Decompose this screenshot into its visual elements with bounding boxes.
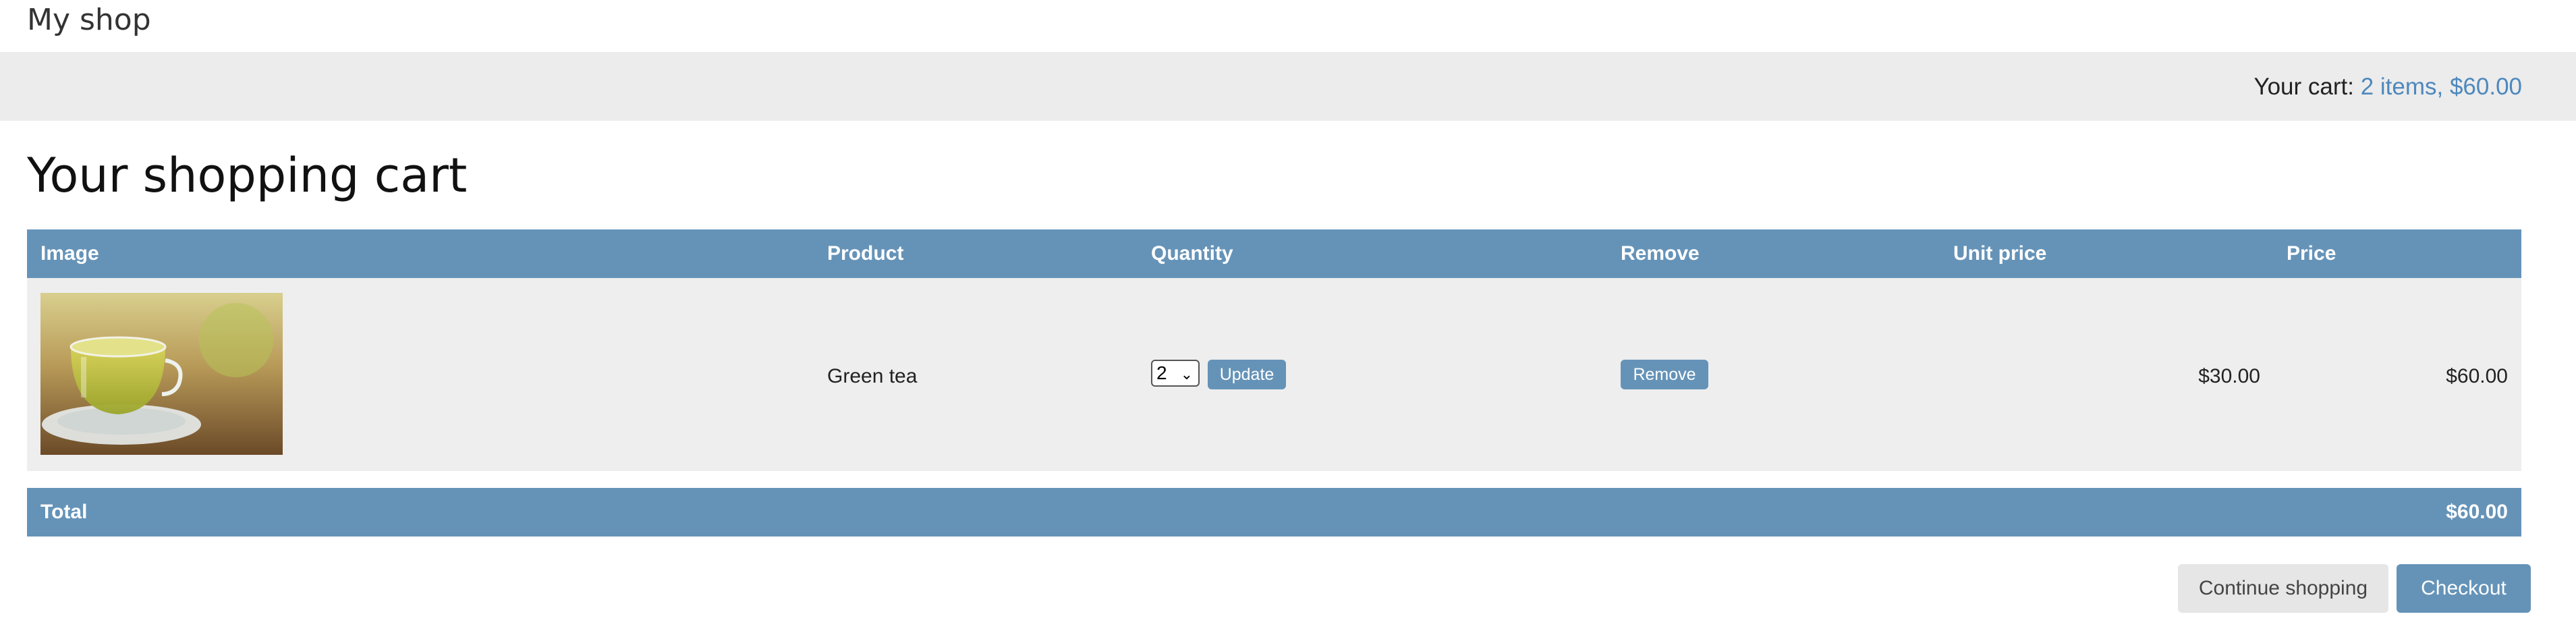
- update-button[interactable]: Update: [1208, 360, 1286, 389]
- cart-label: Your cart:: [2253, 74, 2354, 100]
- table-total-row: Total $60.00: [27, 488, 2521, 536]
- remove-button[interactable]: Remove: [1621, 360, 1708, 389]
- page-title: Your shopping cart: [27, 148, 468, 203]
- green-tea-image: [40, 293, 283, 455]
- column-header-unit-price: Unit price: [1953, 242, 2047, 265]
- price-value: $60.00: [2446, 365, 2508, 387]
- checkout-button[interactable]: Checkout: [2397, 564, 2531, 613]
- cart-status-bar: Your cart: 2 items, $60.00: [0, 52, 2576, 121]
- cart-summary: Your cart: 2 items, $60.00: [2253, 74, 2522, 101]
- unit-price-value: $30.00: [2198, 365, 2260, 387]
- table-header-row: Image Product Quantity Remove Unit price…: [27, 229, 2521, 278]
- total-value: $60.00: [2446, 501, 2508, 523]
- shop-title: My shop: [27, 3, 151, 37]
- column-header-product: Product: [827, 242, 904, 265]
- column-header-quantity: Quantity: [1151, 242, 1233, 265]
- continue-shopping-button[interactable]: Continue shopping: [2178, 564, 2388, 613]
- column-header-image: Image: [40, 242, 99, 265]
- column-header-remove: Remove: [1621, 242, 1700, 265]
- column-header-price: Price: [2287, 242, 2336, 265]
- chevron-down-icon: ⌄: [1180, 366, 1193, 383]
- product-name: Green tea: [827, 365, 918, 387]
- cart-table: Image Product Quantity Remove Unit price…: [27, 229, 2521, 536]
- quantity-select[interactable]: 2 ⌄: [1151, 360, 1200, 387]
- cart-summary-link[interactable]: 2 items, $60.00: [2361, 74, 2522, 100]
- product-image[interactable]: [40, 293, 283, 455]
- quantity-value: 2: [1156, 362, 1167, 383]
- total-label: Total: [40, 501, 88, 523]
- table-row: Green tea 2 ⌄ Update Remove $30.00 $60.0…: [27, 278, 2521, 471]
